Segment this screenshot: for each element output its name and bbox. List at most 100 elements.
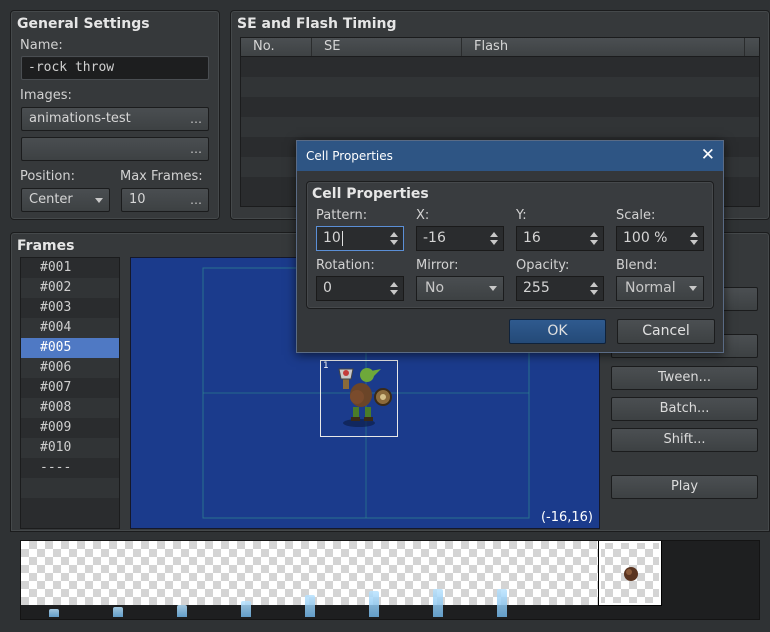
goblin-sprite-icon <box>338 368 392 427</box>
dialog-title: Cell Properties <box>306 149 393 163</box>
rotation-spinbox[interactable]: 0 <box>316 276 404 301</box>
list-item[interactable]: #008 <box>21 398 119 418</box>
chevron-down-icon <box>689 286 697 291</box>
table-row[interactable] <box>241 97 759 117</box>
spin-up-icon[interactable] <box>390 232 398 237</box>
ice-sprite-icon[interactable] <box>49 609 59 617</box>
list-item-selected[interactable]: #005 <box>21 338 119 358</box>
list-item[interactable]: #010 <box>21 438 119 458</box>
spin-down-icon[interactable] <box>390 290 398 295</box>
group-title: Cell Properties <box>312 186 429 202</box>
close-icon[interactable]: ✕ <box>701 145 715 165</box>
position-label: Position: <box>20 169 75 184</box>
list-item[interactable]: #002 <box>21 278 119 298</box>
cell-properties-dialog: Cell Properties ✕ Cell Properties Patter… <box>296 140 724 353</box>
blend-dropdown[interactable]: Normal <box>616 276 704 301</box>
canvas-coords: (-16,16) <box>540 510 593 525</box>
opacity-label: Opacity: <box>516 258 570 273</box>
ice-sprite-icon[interactable] <box>177 605 187 617</box>
frame-list[interactable]: #001 #002 #003 #004 #005 #006 #007 #008 … <box>20 257 120 529</box>
spin-up-icon[interactable] <box>490 232 498 237</box>
text-cursor <box>341 230 343 246</box>
blend-label: Blend: <box>616 258 658 273</box>
image2-select[interactable]: … <box>21 137 209 161</box>
play-button[interactable]: Play <box>611 475 758 499</box>
maxframes-field[interactable]: 10 … <box>121 188 209 212</box>
image1-select[interactable]: animations-test … <box>21 107 209 131</box>
pattern-spinbox[interactable]: 10 <box>316 226 404 251</box>
opacity-spinbox[interactable]: 255 <box>516 276 604 301</box>
pattern-checker-background <box>21 541 661 605</box>
pattern-strip[interactable] <box>20 540 760 620</box>
shift-button[interactable]: Shift... <box>611 428 758 452</box>
list-item[interactable]: #004 <box>21 318 119 338</box>
y-value: 16 <box>523 230 541 246</box>
batch-button[interactable]: Batch... <box>611 397 758 421</box>
spin-down-icon[interactable] <box>690 240 698 245</box>
blend-value: Normal <box>625 280 676 296</box>
list-item <box>21 478 119 498</box>
x-label: X: <box>416 208 430 223</box>
se-flash-title: SE and Flash Timing <box>237 16 397 32</box>
spin-down-icon[interactable] <box>490 240 498 245</box>
list-item[interactable]: #006 <box>21 358 119 378</box>
cancel-button[interactable]: Cancel <box>617 319 715 344</box>
pattern-value: 10 <box>323 230 341 246</box>
pattern-label: Pattern: <box>316 208 368 223</box>
spin-up-icon[interactable] <box>590 282 598 287</box>
se-flash-table-header: No. SE Flash <box>240 37 760 57</box>
spin-down-icon[interactable] <box>590 240 598 245</box>
image1-value: animations-test <box>29 111 131 126</box>
ice-sprite-icon[interactable] <box>497 589 507 617</box>
column-flash[interactable]: Flash <box>462 38 745 56</box>
table-row[interactable] <box>241 77 759 97</box>
opacity-value: 255 <box>523 280 550 296</box>
ice-sprite-icon[interactable] <box>369 591 379 617</box>
y-spinbox[interactable]: 16 <box>516 226 604 251</box>
spin-up-icon[interactable] <box>390 282 398 287</box>
list-item[interactable]: #009 <box>21 418 119 438</box>
spin-down-icon[interactable] <box>590 290 598 295</box>
chevron-down-icon <box>95 198 103 203</box>
rotation-value: 0 <box>323 280 332 296</box>
mirror-value: No <box>425 280 445 296</box>
mirror-label: Mirror: <box>416 258 459 273</box>
table-row[interactable] <box>241 57 759 77</box>
name-label: Name: <box>20 38 63 53</box>
position-value: Center <box>29 192 73 207</box>
images-label: Images: <box>20 88 72 103</box>
ice-sprite-icon[interactable] <box>241 601 251 617</box>
dialog-titlebar[interactable]: Cell Properties ✕ <box>297 141 723 171</box>
mirror-dropdown[interactable]: No <box>416 276 504 301</box>
column-no[interactable]: No. <box>241 38 312 56</box>
ice-sprite-icon[interactable] <box>305 595 315 617</box>
tween-button[interactable]: Tween... <box>611 366 758 390</box>
cell-selection-box[interactable]: 1 <box>320 360 398 437</box>
chevron-down-icon <box>489 286 497 291</box>
image1-browse-icon[interactable]: … <box>190 108 202 130</box>
pattern-selected-cell[interactable] <box>598 541 662 606</box>
spin-up-icon[interactable] <box>690 232 698 237</box>
frames-title: Frames <box>17 238 75 254</box>
ok-button[interactable]: OK <box>509 319 606 344</box>
list-item[interactable]: ---- <box>21 458 119 478</box>
ice-sprite-icon[interactable] <box>113 607 123 617</box>
maxframes-label: Max Frames: <box>120 169 203 184</box>
column-se[interactable]: SE <box>312 38 462 56</box>
x-spinbox[interactable]: -16 <box>416 226 504 251</box>
position-dropdown[interactable]: Center <box>21 188 110 212</box>
rotation-label: Rotation: <box>316 258 375 273</box>
ice-sprite-icon[interactable] <box>433 589 443 617</box>
list-item[interactable]: #007 <box>21 378 119 398</box>
table-row[interactable] <box>241 117 759 137</box>
general-settings-title: General Settings <box>17 16 150 32</box>
image2-browse-icon[interactable]: … <box>190 138 202 160</box>
spin-down-icon[interactable] <box>390 240 398 245</box>
scale-spinbox[interactable]: 100 % <box>616 226 704 251</box>
name-input[interactable]: -rock throw <box>21 56 209 80</box>
list-item[interactable]: #003 <box>21 298 119 318</box>
list-item[interactable]: #001 <box>21 258 119 278</box>
maxframes-browse-icon[interactable]: … <box>190 189 202 211</box>
spin-up-icon[interactable] <box>590 232 598 237</box>
scale-label: Scale: <box>616 208 656 223</box>
